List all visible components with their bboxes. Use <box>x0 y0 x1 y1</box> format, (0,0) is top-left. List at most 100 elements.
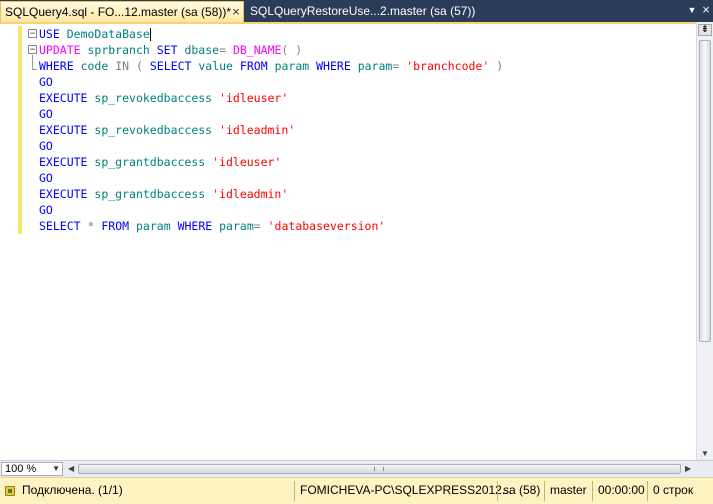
code-token: GO <box>39 139 53 153</box>
code-token: USE <box>39 27 60 41</box>
scroll-right-icon[interactable]: ▶ <box>685 464 691 473</box>
fold-guide <box>32 55 33 69</box>
zoom-value: 100 % <box>5 463 37 475</box>
row-count: 0 строк <box>653 483 694 497</box>
code-line: SELECT * FROM param WHERE param= 'databa… <box>39 218 503 234</box>
close-tab-icon[interactable]: × <box>229 2 243 22</box>
split-window-icon[interactable]: ⇟ <box>698 24 712 36</box>
code-line: GO <box>39 170 503 186</box>
code-token: IN <box>115 59 130 73</box>
tab-label: SQLQuery4.sql - FO...12.master (sa (58))… <box>5 5 232 19</box>
code-token: DB_NAME <box>232 43 282 57</box>
code-line: WHERE code IN ( SELECT value FROM param … <box>39 58 503 74</box>
code-token: param <box>274 59 310 73</box>
code-line: UPDATE sprbranch SET dbase= DB_NAME( ) <box>39 42 503 58</box>
code-line: USE DemoDataBase <box>39 26 503 42</box>
code-line: GO <box>39 138 503 154</box>
code-token: FROM <box>239 59 268 73</box>
code-line: EXECUTE sp_grantdbaccess 'idleadmin' <box>39 186 503 202</box>
code-token: 'idleuser' <box>212 155 282 169</box>
code-line: EXECUTE sp_grantdbaccess 'idleuser' <box>39 154 503 170</box>
code-token: param <box>136 219 171 233</box>
code-token: EXECUTE <box>39 91 88 105</box>
code-token: SET <box>156 43 178 57</box>
scroll-down-icon[interactable]: ▼ <box>699 449 711 459</box>
changed-lines-indicator <box>18 26 22 234</box>
elapsed-time: 00:00:00 <box>598 483 645 497</box>
code-token: GO <box>39 107 53 121</box>
code-token: WHERE <box>39 59 74 73</box>
code-token: 'idleuser' <box>219 91 289 105</box>
tab-label: SQLQueryRestoreUse...2.master (sa (57)) <box>250 4 476 18</box>
sql-code[interactable]: USE DemoDataBase UPDATE sprbranch SET dba… <box>39 26 503 234</box>
query-editor[interactable]: − − USE DemoDataBase UPDATE sprbranch SET… <box>0 22 713 460</box>
code-token: WHERE <box>316 59 351 73</box>
code-token: sp_grantdbaccess <box>94 187 206 201</box>
code-line: GO <box>39 106 503 122</box>
code-token: FROM <box>101 219 130 233</box>
code-token: sp_grantdbaccess <box>94 155 206 169</box>
divider <box>647 481 648 501</box>
code-token: SELECT <box>149 59 192 73</box>
code-line: EXECUTE sp_revokedbaccess 'idleadmin' <box>39 122 503 138</box>
user-name: sa (58) <box>503 483 541 497</box>
code-token: 'idleadmin' <box>219 123 296 137</box>
code-token: ( ) <box>281 43 303 57</box>
divider <box>294 481 295 501</box>
code-token: EXECUTE <box>39 187 88 201</box>
code-token: 'branchcode' <box>406 59 490 73</box>
document-tab-strip: SQLQuery4.sql - FO...12.master (sa (58))… <box>0 0 713 22</box>
server-name: FOMICHEVA-PC\SQLEXPRESS2012... <box>300 483 512 497</box>
fold-guide-end <box>32 69 37 70</box>
code-token: param <box>357 59 393 73</box>
code-token: code <box>80 59 109 73</box>
horizontal-scroll-thumb[interactable] <box>78 464 681 474</box>
code-line: GO <box>39 202 503 218</box>
code-token: GO <box>39 203 53 217</box>
database-name: master <box>550 483 587 497</box>
code-token: value <box>198 59 233 73</box>
code-token: 'databaseversion' <box>267 219 386 233</box>
code-token: EXECUTE <box>39 155 88 169</box>
code-token: sprbranch <box>87 43 150 57</box>
divider <box>497 481 498 501</box>
grip-icon <box>374 467 384 471</box>
code-token: 'idleadmin' <box>212 187 289 201</box>
code-token: param <box>219 219 254 233</box>
vertical-scrollbar[interactable]: ⇟ ▼ <box>696 22 713 460</box>
status-bar: Подключена. (1/1) FOMICHEVA-PC\SQLEXPRES… <box>0 477 713 504</box>
zoom-select[interactable]: 100 % ▼ <box>1 462 63 476</box>
code-line: GO <box>39 74 503 90</box>
tab-sqlqueryrestore[interactable]: SQLQueryRestoreUse...2.master (sa (57)) <box>246 1 476 22</box>
zoom-scroll-bar: 100 % ▼ ◀ ▶ <box>0 460 713 477</box>
code-token: = <box>253 219 261 233</box>
collapse-region-icon[interactable]: − <box>28 29 37 38</box>
vertical-scroll-thumb[interactable] <box>699 40 711 342</box>
code-token: sp_revokedbaccess <box>94 123 213 137</box>
connected-icon <box>5 486 15 496</box>
scroll-left-icon[interactable]: ◀ <box>68 464 74 473</box>
code-token: sp_revokedbaccess <box>94 91 213 105</box>
code-token: SELECT <box>39 219 81 233</box>
code-token: UPDATE <box>39 43 81 57</box>
code-token: DemoDataBase <box>66 27 150 41</box>
tab-sqlquery4[interactable]: SQLQuery4.sql - FO...12.master (sa (58))… <box>0 1 244 22</box>
code-token: GO <box>39 75 53 89</box>
tab-list-dropdown-icon[interactable]: ▼ <box>686 4 698 16</box>
code-token: dbase <box>184 43 220 57</box>
code-token: WHERE <box>177 219 213 233</box>
close-document-icon[interactable]: × <box>700 2 712 18</box>
code-token: = <box>219 43 227 57</box>
collapse-region-icon[interactable]: − <box>28 45 37 54</box>
